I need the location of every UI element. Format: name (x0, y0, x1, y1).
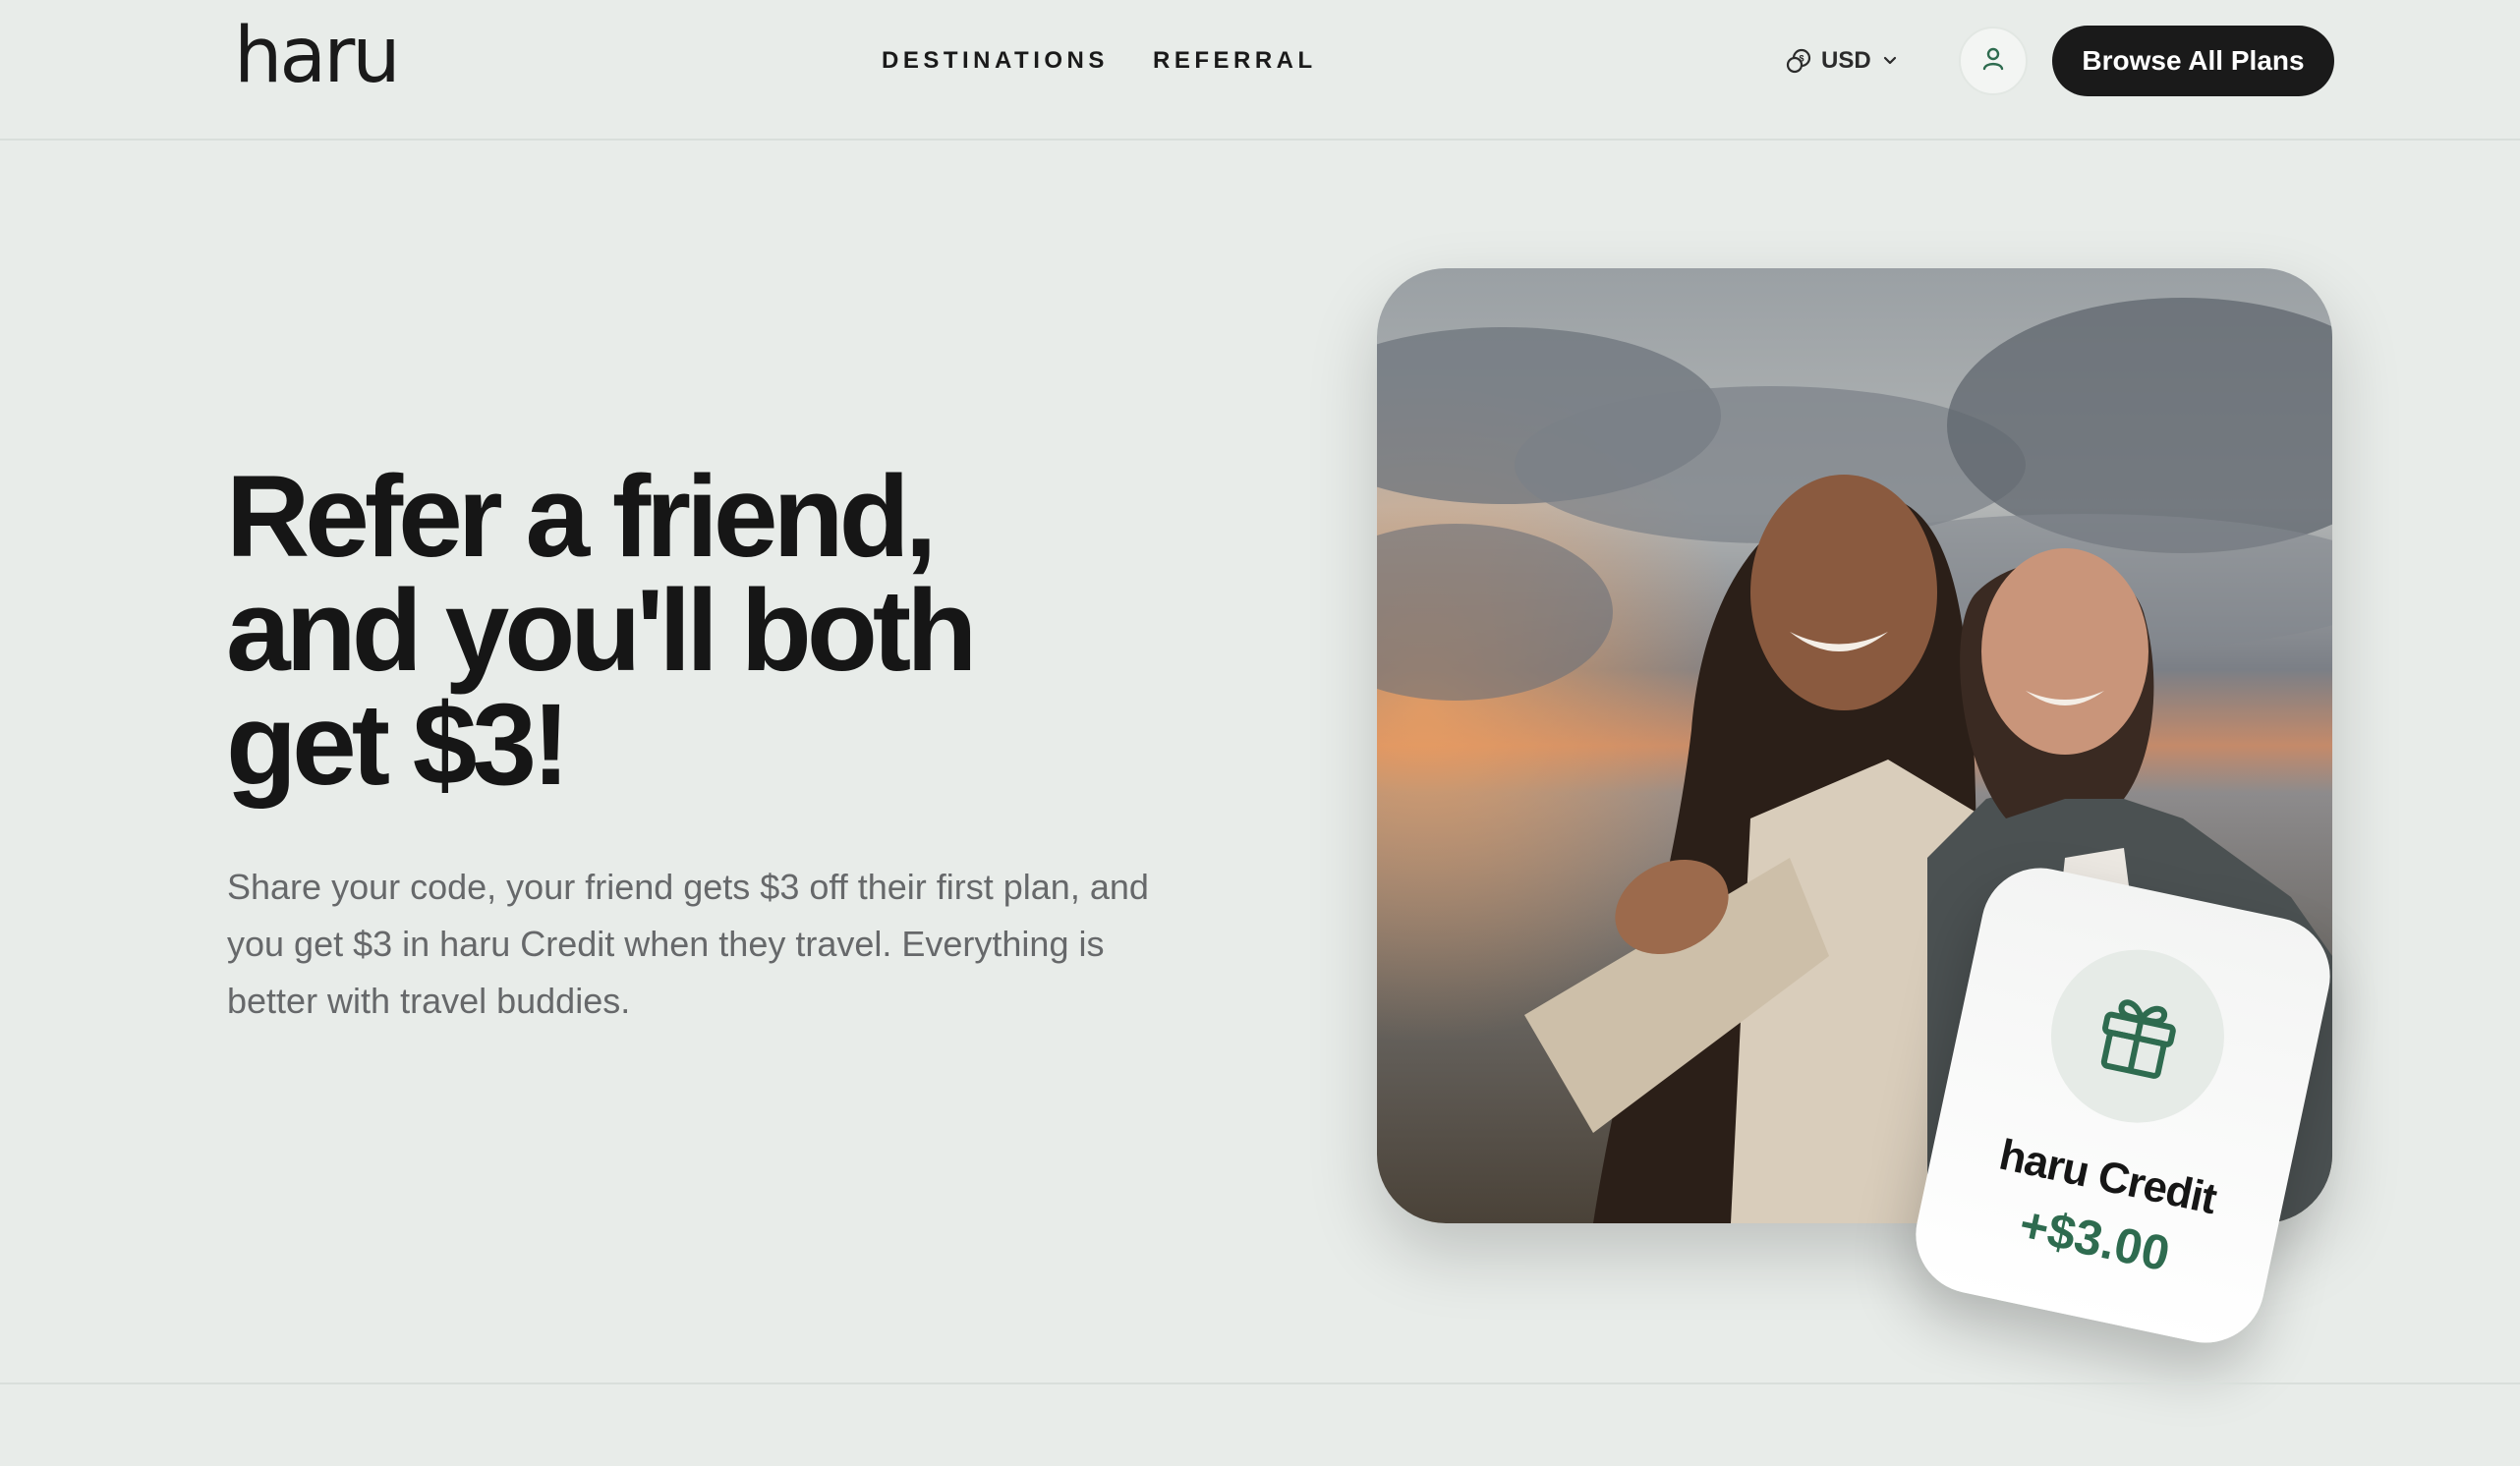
browse-all-plans-button[interactable]: Browse All Plans (2052, 26, 2334, 96)
top-navigation-bar: haru DESTINATIONS REFERRAL $ USD Browse … (0, 0, 2520, 141)
currency-selector[interactable]: $ USD (1784, 43, 1901, 79)
currency-swap-icon: $ (1784, 46, 1813, 76)
currency-code: USD (1821, 47, 1871, 74)
hero-description: Share your code, your friend gets $3 off… (227, 867, 1149, 1021)
chevron-down-icon (1879, 50, 1901, 72)
nav-destinations[interactable]: DESTINATIONS (882, 47, 1109, 75)
gift-icon (2082, 978, 2195, 1095)
hero-title: Refer a friend, and you'll both get $3! (226, 452, 977, 810)
gift-icon-circle (2034, 933, 2241, 1139)
user-icon (1978, 44, 2008, 79)
haru-logo[interactable]: haru (234, 18, 401, 94)
svg-text:$: $ (1799, 54, 1804, 64)
nav-referral[interactable]: REFERRAL (1153, 47, 1317, 75)
account-button[interactable] (1959, 27, 2028, 95)
section-divider (0, 1382, 2520, 1384)
